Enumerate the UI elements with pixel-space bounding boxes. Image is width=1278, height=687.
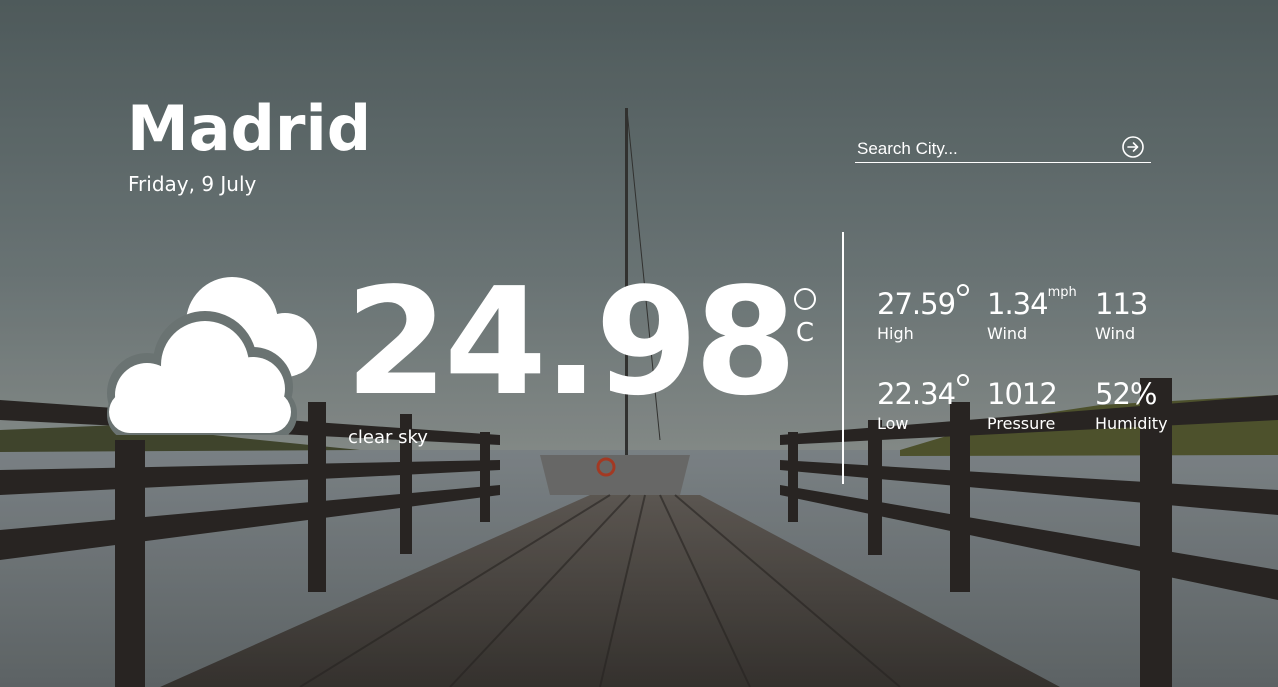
stat-low: 22.34 Low: [877, 374, 970, 433]
stat-high-value: 27.59: [877, 287, 956, 321]
cloudy-icon: [107, 277, 317, 435]
weather-description: clear sky: [348, 427, 428, 448]
stat-wind-direction: 113 Wind: [1095, 287, 1148, 343]
current-date: Friday, 9 July: [128, 172, 257, 196]
stat-wind-direction-value: 113: [1095, 287, 1148, 321]
search-input[interactable]: [857, 137, 1107, 161]
stat-pressure-value: 1012: [987, 377, 1058, 411]
stat-humidity-value: 52%: [1095, 377, 1157, 411]
city-name: Madrid: [127, 92, 372, 165]
stat-humidity: 52% Humidity: [1095, 380, 1168, 432]
stat-wind-speed: 1.34mph Wind: [987, 286, 1077, 343]
stat-wind-speed-unit: mph: [1047, 285, 1077, 300]
stat-humidity-label: Humidity: [1095, 414, 1168, 433]
stat-high: 27.59 High: [877, 284, 970, 343]
stat-pressure-label: Pressure: [987, 414, 1056, 433]
stat-wind-speed-value: 1.34: [987, 287, 1049, 321]
stat-low-value: 22.34: [877, 377, 956, 411]
degree-symbol: [957, 284, 970, 296]
temperature-unit-letter: C: [795, 318, 815, 348]
search-box: [855, 133, 1151, 163]
stat-pressure: 1012 Pressure: [987, 377, 1058, 433]
stat-wind-speed-label: Wind: [987, 324, 1028, 343]
stat-wind-direction-label: Wind: [1095, 324, 1136, 343]
stat-high-label: High: [877, 324, 914, 343]
arrow-circle-right-icon[interactable]: [1121, 135, 1145, 159]
temperature-unit: C: [792, 288, 818, 346]
stat-low-label: Low: [877, 414, 909, 433]
current-temperature: 24.98: [345, 256, 797, 428]
degree-symbol: [957, 374, 970, 386]
divider: [842, 232, 844, 484]
degree-symbol: [794, 288, 816, 310]
